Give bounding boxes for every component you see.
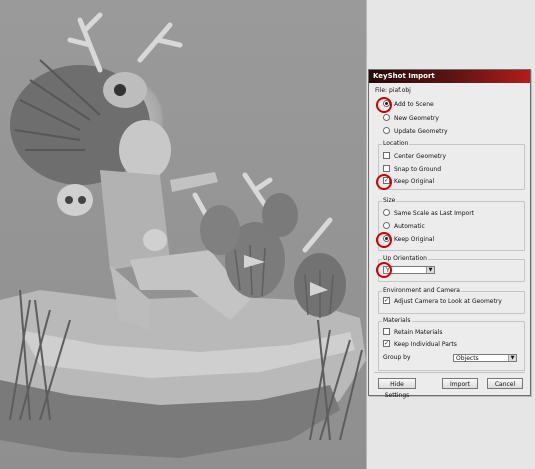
dialog-title: KeyShot Import <box>369 70 530 83</box>
cancel-button[interactable]: Cancel <box>487 378 523 389</box>
materials-title: Materials <box>382 317 412 324</box>
snap-to-ground-checkbox[interactable]: Snap to Ground <box>383 165 442 174</box>
update-geometry-option[interactable]: Update Geometry <box>383 127 448 136</box>
highlight-circle <box>376 174 392 190</box>
group-by-label: Group by <box>383 354 411 361</box>
radio-icon <box>383 209 390 216</box>
location-title: Location <box>382 140 410 147</box>
highlight-circle <box>376 97 392 113</box>
chevron-down-icon: ▼ <box>508 355 516 361</box>
radio-icon <box>383 127 390 134</box>
keep-individual-parts-label: Keep Individual Parts <box>394 341 457 348</box>
import-button[interactable]: Import <box>442 378 478 389</box>
same-scale-label: Same Scale as Last Import <box>394 210 475 217</box>
divider <box>374 372 525 373</box>
hide-settings-button[interactable]: Hide Settings <box>378 378 416 399</box>
same-scale-option[interactable]: Same Scale as Last Import <box>383 209 475 218</box>
up-orientation-title: Up Orientation <box>382 255 428 262</box>
automatic-label: Automatic <box>394 223 425 230</box>
model-render <box>0 12 366 458</box>
new-geometry-label: New Geometry <box>394 115 439 122</box>
viewport[interactable] <box>0 0 366 469</box>
update-geometry-label: Update Geometry <box>394 128 448 135</box>
keep-original-location-label: Keep Original <box>394 178 435 185</box>
retain-materials-label: Retain Materials <box>394 329 443 336</box>
automatic-option[interactable]: Automatic <box>383 222 425 231</box>
new-geometry-option[interactable]: New Geometry <box>383 114 439 123</box>
add-to-scene-label: Add to Scene <box>394 101 434 108</box>
adjust-camera-checkbox[interactable]: ✓ Adjust Camera to Look at Geometry <box>383 297 502 306</box>
chevron-down-icon: ▼ <box>426 267 434 273</box>
group-by-select[interactable]: Objects ▼ <box>453 354 517 362</box>
keep-individual-parts-checkbox[interactable]: ✓ Keep Individual Parts <box>383 340 457 349</box>
file-name: File: piaf.obj <box>375 87 411 94</box>
size-title: Size <box>382 197 397 204</box>
checkmark-icon: ✓ <box>383 340 390 347</box>
highlight-circle <box>376 232 392 248</box>
group-by-value: Objects <box>456 355 479 362</box>
retain-materials-checkbox[interactable]: Retain Materials <box>383 328 443 337</box>
checkbox-icon <box>383 328 390 335</box>
radio-icon <box>383 114 390 121</box>
checkbox-icon <box>383 165 390 172</box>
snap-to-ground-label: Snap to Ground <box>394 166 442 173</box>
keep-original-size-label: Keep Original <box>394 236 435 243</box>
highlight-circle <box>376 262 392 278</box>
checkmark-icon: ✓ <box>383 297 390 304</box>
env-camera-title: Environment and Camera <box>382 287 461 294</box>
center-geometry-label: Center Geometry <box>394 153 447 160</box>
keyshot-import-dialog: KeyShot Import File: piaf.obj Add to Sce… <box>368 69 531 399</box>
center-geometry-checkbox[interactable]: Center Geometry <box>383 152 447 161</box>
adjust-camera-label: Adjust Camera to Look at Geometry <box>394 298 502 305</box>
radio-icon <box>383 222 390 229</box>
checkbox-icon <box>383 152 390 159</box>
